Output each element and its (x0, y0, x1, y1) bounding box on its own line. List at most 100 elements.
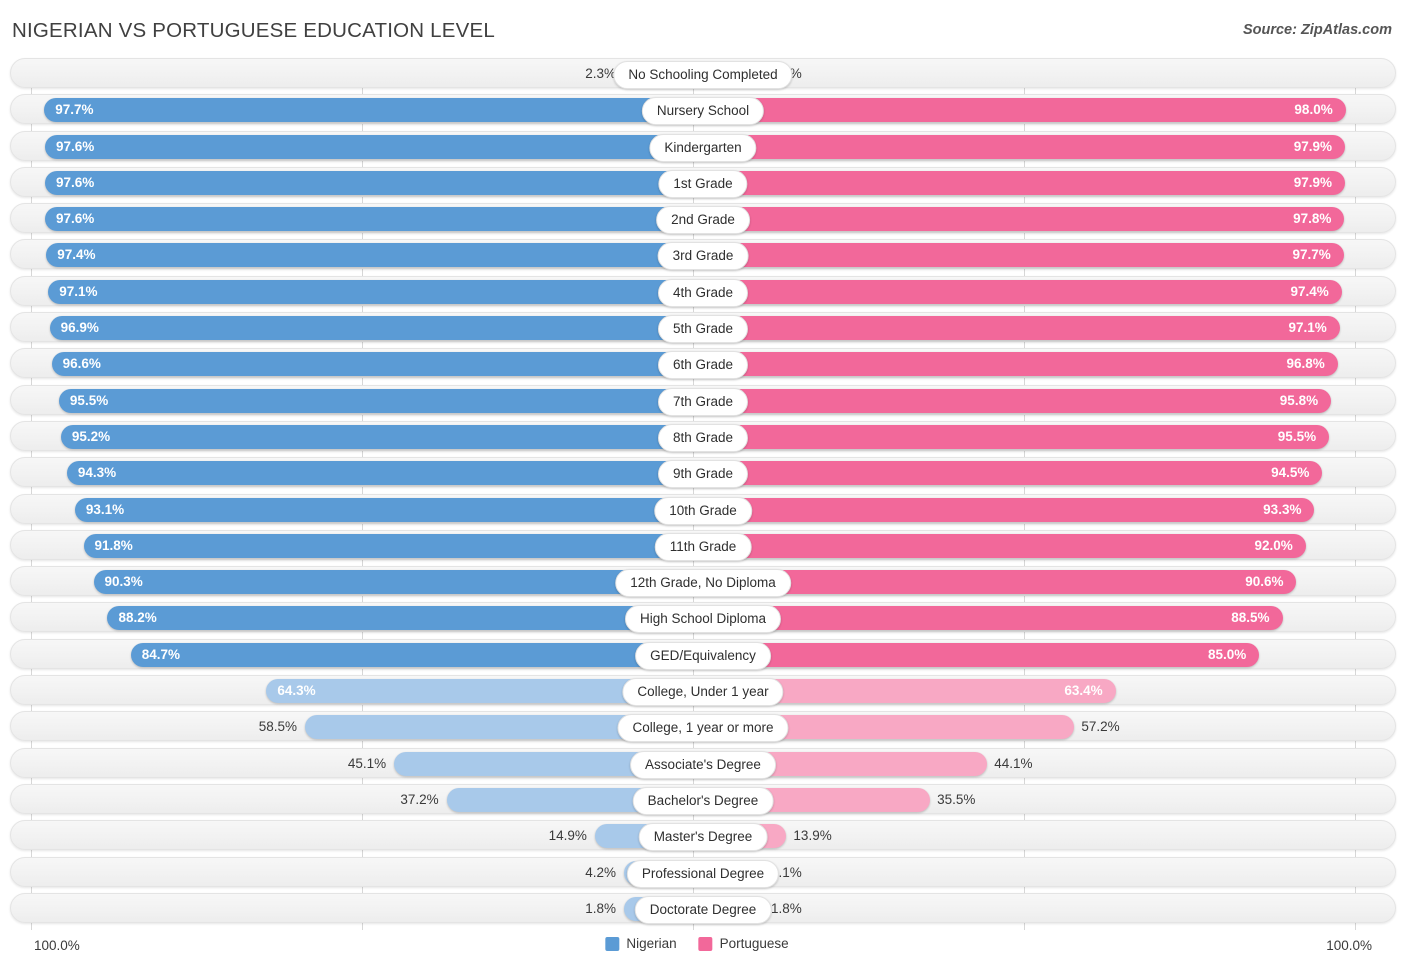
chart-row: 45.1% 44.1% Associate's Degree (10, 747, 1396, 779)
legend: Nigerian Portuguese (605, 936, 800, 951)
chart-row: 90.3% 90.6% 12th Grade, No Diploma (10, 566, 1396, 598)
chart-row: 96.6% 96.8% 6th Grade (10, 348, 1396, 380)
value-label-portuguese: 44.1% (994, 755, 1033, 771)
bar-nigerian (58, 388, 694, 413)
bar-nigerian (44, 207, 694, 232)
chart-row: 93.1% 93.3% 10th Grade (10, 493, 1396, 525)
category-label: Doctorate Degree (634, 895, 772, 924)
chart-row: 95.5% 95.8% 7th Grade (10, 384, 1396, 416)
legend-label-portuguese: Portuguese (719, 936, 789, 951)
value-label-nigerian: 88.2% (118, 610, 157, 626)
value-label-nigerian: 91.8% (94, 537, 133, 553)
value-label-portuguese: 97.7% (1292, 247, 1331, 263)
value-label-nigerian: 90.3% (104, 574, 143, 590)
value-label-nigerian: 94.3% (77, 465, 117, 481)
chart-row: 96.9% 97.1% 5th Grade (10, 312, 1396, 344)
category-label: Bachelor's Degree (632, 786, 774, 815)
chart-row: 88.2% 88.5% High School Diploma (10, 602, 1396, 634)
bar-nigerian (44, 98, 694, 123)
chart-row: 14.9% 13.9% Master's Degree (10, 820, 1396, 852)
category-label: 3rd Grade (657, 242, 749, 271)
bar-nigerian (93, 570, 694, 595)
value-label-portuguese: 13.9% (793, 828, 832, 844)
value-label-portuguese: 95.8% (1279, 392, 1319, 408)
value-label-nigerian: 97.6% (55, 138, 95, 154)
value-label-portuguese: 85.0% (1207, 646, 1247, 662)
chart-row: 84.7% 85.0% GED/Equivalency (10, 638, 1396, 670)
value-label-portuguese: 88.5% (1231, 610, 1270, 626)
value-label-portuguese: 63.4% (1064, 683, 1103, 699)
bar-portuguese (694, 424, 1330, 449)
category-label: No Schooling Completed (613, 61, 793, 89)
category-label: 10th Grade (654, 496, 752, 525)
value-label-nigerian: 58.5% (258, 719, 297, 735)
category-label: Kindergarten (649, 133, 757, 162)
bar-portuguese (694, 642, 1260, 667)
category-label: High School Diploma (624, 605, 782, 634)
value-label-nigerian: 96.6% (62, 356, 101, 372)
bar-portuguese (694, 98, 1346, 123)
chart-footer: 100.0% Nigerian Portuguese 100.0% (10, 930, 1396, 970)
value-label-portuguese: 98.0% (1294, 102, 1333, 118)
chart-row: 2.3%2.1%No Schooling Completed (10, 58, 1396, 89)
bar-nigerian (44, 134, 694, 159)
category-label: 12th Grade, No Diploma (615, 569, 791, 598)
category-label: College, 1 year or more (617, 714, 789, 743)
bar-portuguese (694, 352, 1338, 377)
chart-row: 97.7% 98.0% Nursery School (10, 94, 1396, 126)
bar-nigerian (44, 170, 694, 195)
bar-nigerian (49, 316, 694, 341)
chart-row: 91.8% 92.0% 11th Grade (10, 529, 1396, 561)
value-label-portuguese: 1.8% (771, 900, 802, 916)
value-label-nigerian: 45.1% (347, 755, 387, 771)
chart-area: 2.3%2.1%No Schooling Completed 97.7% 98.0%… (10, 58, 1396, 930)
bar-portuguese (694, 388, 1332, 413)
bar-nigerian (51, 352, 694, 377)
value-label-portuguese: 57.2% (1081, 719, 1120, 735)
bar-nigerian (83, 533, 694, 558)
value-label-nigerian: 2.3% (585, 66, 616, 81)
value-label-portuguese: 94.5% (1271, 465, 1310, 481)
bar-nigerian (48, 279, 694, 304)
bar-portuguese (694, 243, 1344, 268)
bar-portuguese (694, 134, 1346, 159)
value-label-portuguese: 35.5% (937, 791, 976, 807)
chart-rows: 2.3%2.1%No Schooling Completed 97.7% 98.0%… (10, 58, 1396, 924)
value-label-nigerian: 93.1% (85, 501, 125, 517)
value-label-portuguese: 97.8% (1293, 211, 1332, 227)
value-label-portuguese: 97.9% (1293, 138, 1333, 154)
legend-item-nigerian[interactable]: Nigerian (605, 936, 677, 951)
value-label-nigerian: 64.3% (277, 683, 316, 699)
category-label: 9th Grade (657, 460, 749, 489)
bar-nigerian (74, 497, 694, 522)
value-label-nigerian: 97.6% (55, 211, 95, 227)
value-label-portuguese: 97.1% (1288, 320, 1327, 336)
legend-item-portuguese[interactable]: Portuguese (698, 936, 789, 951)
axis-max-right: 100.0% (1326, 938, 1372, 953)
value-label-portuguese: 93.3% (1263, 501, 1302, 517)
value-label-nigerian: 1.8% (585, 900, 616, 916)
chart-row: 4.2% 4.1% Professional Degree (10, 856, 1396, 888)
bar-portuguese (694, 606, 1283, 631)
category-label: 2nd Grade (656, 206, 750, 235)
bar-portuguese (694, 497, 1315, 522)
value-label-nigerian: 97.7% (55, 102, 94, 118)
bar-portuguese (694, 461, 1323, 486)
category-label: 4th Grade (657, 278, 749, 307)
chart-row: 94.3% 94.5% 9th Grade (10, 457, 1396, 489)
bar-portuguese (694, 207, 1345, 232)
page-title: NIGERIAN VS PORTUGUESE EDUCATION LEVEL (12, 19, 496, 42)
chart-row: 97.1% 97.4% 4th Grade (10, 275, 1396, 307)
category-label: 5th Grade (657, 315, 749, 344)
axis-max-left: 100.0% (34, 938, 80, 953)
bar-nigerian (46, 243, 694, 268)
source-attribution: Source: ZipAtlas.com (1242, 22, 1392, 38)
value-label-nigerian: 97.1% (59, 283, 98, 299)
value-label-nigerian: 97.6% (55, 174, 95, 190)
category-label: College, Under 1 year (622, 678, 784, 707)
chart-row: 95.2% 95.5% 8th Grade (10, 420, 1396, 452)
bar-nigerian (130, 642, 694, 667)
value-label-nigerian: 95.2% (71, 428, 111, 444)
legend-swatch-portuguese (698, 936, 713, 951)
legend-label-nigerian: Nigerian (626, 936, 677, 951)
